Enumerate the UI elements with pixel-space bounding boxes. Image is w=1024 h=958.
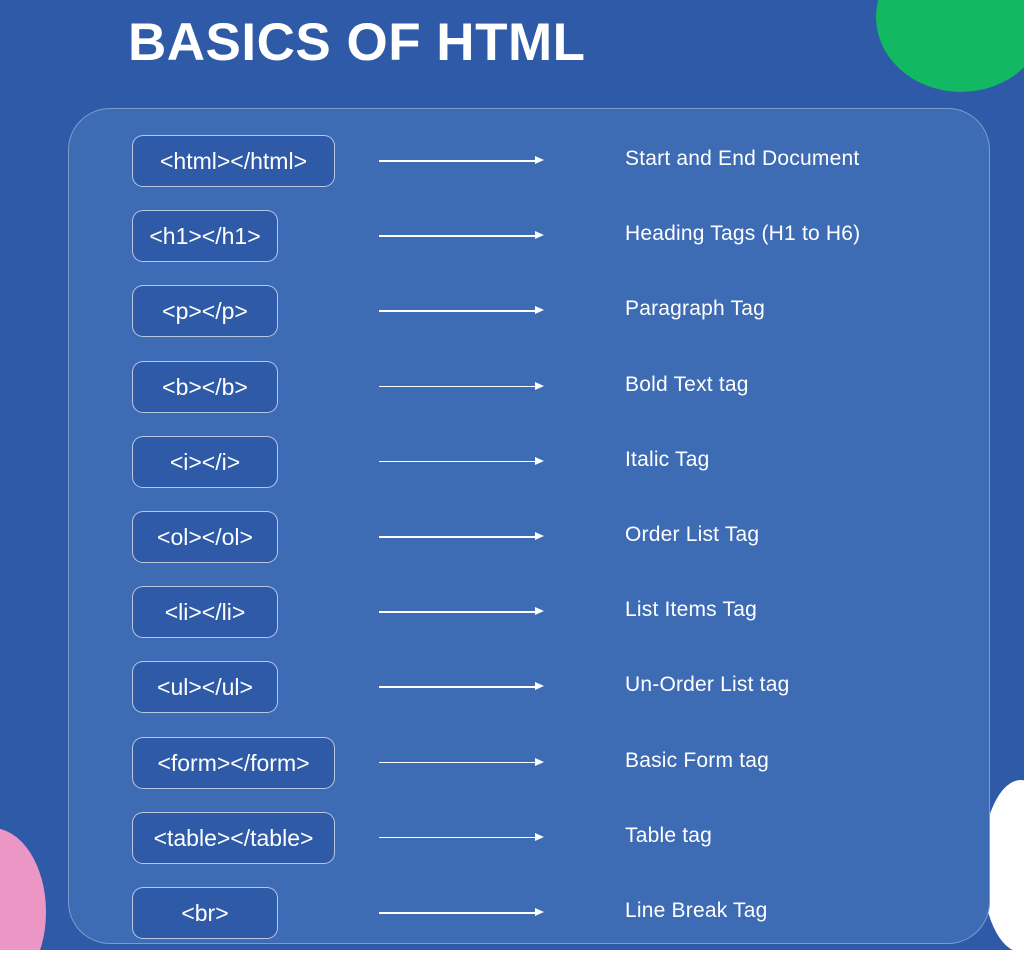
tag-description-label: Paragraph Tag	[625, 297, 765, 321]
code-tag-box[interactable]: <li></li>	[132, 586, 278, 639]
arrow-head	[535, 832, 544, 841]
tag-description-label: Table tag	[625, 823, 713, 847]
tag-description-label: Un-Order List tag	[625, 673, 790, 697]
html-tags-panel: <html></html> Start and End Document <h1><…	[68, 108, 990, 944]
arrow-shaft	[379, 836, 537, 839]
arrow-right-icon	[379, 607, 544, 616]
arrow-head	[535, 908, 544, 916]
code-tag-box[interactable]: <p></p>	[132, 285, 278, 338]
tag-row: <i></i> Italic Tag	[69, 435, 989, 488]
arrow-right-icon	[379, 306, 544, 315]
green-circle-decoration	[876, 0, 1024, 92]
tag-description-label: List Items Tag	[625, 598, 757, 622]
arrow-head	[535, 532, 544, 540]
tag-row: <br> Line Break Tag	[69, 887, 989, 939]
tag-row: <li></li> List Items Tag	[69, 586, 989, 639]
arrow-shaft	[379, 536, 537, 538]
arrow-head	[535, 306, 544, 315]
arrow-head	[535, 757, 544, 766]
arrow-head	[535, 381, 544, 390]
tag-row: <ol></ol> Order List Tag	[69, 511, 989, 563]
tag-description-label: Start and End Document	[625, 147, 860, 170]
arrow-shaft	[379, 460, 537, 463]
code-tag-box[interactable]: <form></form>	[132, 736, 335, 789]
code-tag-box[interactable]: <ul></ul>	[132, 661, 278, 714]
arrow-head	[535, 156, 544, 164]
arrow-shaft	[379, 611, 537, 613]
arrow-shaft	[379, 761, 537, 764]
tag-description-label: Line Break Tag	[625, 899, 768, 922]
arrow-head	[535, 607, 544, 616]
pink-circle-decoration	[0, 828, 46, 958]
tag-description-label: Italic Tag	[625, 447, 710, 471]
tag-row: <ul></ul> Un-Order List tag	[69, 661, 989, 714]
tag-description-label: Order List Tag	[625, 523, 760, 546]
arrow-shaft	[379, 235, 537, 237]
tag-description-label: Basic Form tag	[625, 748, 770, 772]
arrow-right-icon	[379, 682, 544, 691]
arrow-right-icon	[379, 156, 544, 164]
arrow-head	[535, 456, 544, 465]
arrow-shaft	[379, 385, 537, 388]
tag-description-label: Bold Text tag	[625, 372, 749, 396]
code-tag-box[interactable]: <b></b>	[132, 360, 278, 413]
code-tag-box[interactable]: <i></i>	[132, 435, 278, 488]
arrow-shaft	[379, 912, 537, 914]
code-tag-box[interactable]: <h1></h1>	[132, 210, 278, 263]
code-tag-box[interactable]: <ol></ol>	[132, 511, 278, 563]
page-title: BASICS OF HTML	[128, 13, 586, 72]
code-tag-box[interactable]: <br>	[132, 887, 278, 939]
arrow-right-icon	[379, 456, 544, 465]
arrow-head	[535, 231, 544, 240]
arrow-right-icon	[379, 231, 544, 240]
arrow-right-icon	[379, 757, 544, 766]
tag-description-label: Heading Tags (H1 to H6)	[625, 222, 861, 246]
arrow-shaft	[379, 160, 537, 162]
tag-row: <table></table> Table tag	[69, 811, 989, 864]
tag-row: <h1></h1> Heading Tags (H1 to H6)	[69, 210, 989, 263]
arrow-shaft	[379, 686, 537, 688]
code-tag-box[interactable]: <html></html>	[132, 135, 335, 187]
arrow-right-icon	[379, 832, 544, 841]
arrow-right-icon	[379, 532, 544, 540]
code-tag-box[interactable]: <table></table>	[132, 811, 335, 864]
tag-row: <form></form> Basic Form tag	[69, 736, 989, 789]
tag-row: <html></html> Start and End Document	[69, 135, 989, 187]
arrow-head	[535, 682, 544, 691]
arrow-right-icon	[379, 381, 544, 390]
tag-row: <p></p> Paragraph Tag	[69, 285, 989, 338]
arrow-right-icon	[379, 908, 544, 916]
white-bottom-strip	[0, 950, 1024, 958]
tag-row: <b></b> Bold Text tag	[69, 360, 989, 413]
arrow-shaft	[379, 310, 537, 312]
